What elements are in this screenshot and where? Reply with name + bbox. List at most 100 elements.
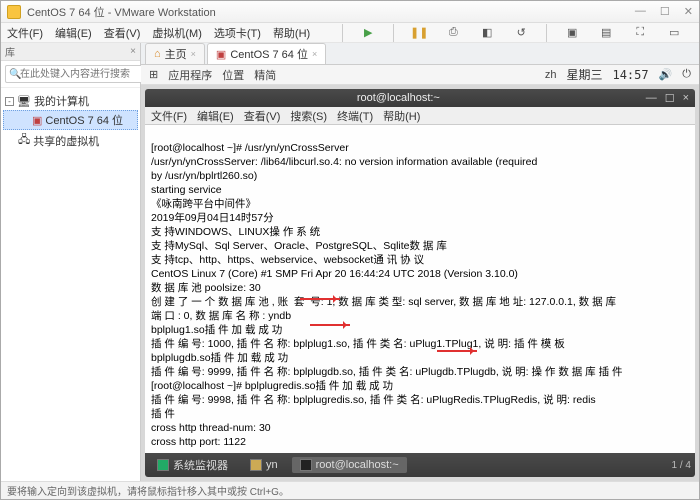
- menu-tabs[interactable]: 选项卡(T): [214, 25, 261, 41]
- sidebar-search: 🔍: [1, 61, 140, 88]
- computer-icon: 🖥: [17, 95, 31, 108]
- terminal-output[interactable]: [root@localhost ~]# /usr/yn/ynCrossServe…: [145, 125, 695, 453]
- menu-file[interactable]: 文件(F): [7, 25, 43, 41]
- maximize-button[interactable]: ☐: [660, 5, 670, 18]
- term-line: bplplug1.so插 件 加 载 成 功: [151, 324, 282, 336]
- menu-bar: 文件(F) 编辑(E) 查看(V) 虚拟机(M) 选项卡(T) 帮助(H) ▶ …: [1, 23, 699, 43]
- tree-vm-label: CentOS 7 64 位: [45, 112, 123, 128]
- collapse-icon[interactable]: -: [5, 97, 14, 106]
- grid-icon[interactable]: ⊞: [149, 68, 158, 81]
- term-line: 支 持tcp、http、https、webservice、websocket通 …: [151, 254, 424, 266]
- vmware-window: CentOS 7 64 位 - VMware Workstation — ☐ ✕…: [0, 0, 700, 500]
- term-line: 2019年09月04日14时57分: [151, 212, 274, 224]
- clock-day: 星期三: [566, 66, 602, 83]
- terminal-title: root@localhost:~: [357, 92, 440, 104]
- clock-time: 14:57: [612, 68, 648, 82]
- term-menu-help[interactable]: 帮助(H): [383, 108, 420, 124]
- workspace-indicator[interactable]: 1 / 4: [672, 460, 691, 471]
- window-controls: — ☐ ✕: [635, 5, 693, 18]
- term-maximize-button[interactable]: ☐: [665, 92, 675, 105]
- vmware-icon: [7, 5, 21, 19]
- term-menu-terminal[interactable]: 终端(T): [337, 108, 373, 124]
- power-on-button[interactable]: ▶: [357, 23, 379, 43]
- term-line: /usr/yn/ynCrossServer: /lib64/libcurl.so…: [151, 156, 537, 168]
- term-line: 支 持MySql、Sql Server、Oracle、PostgreSQL、Sq…: [151, 240, 447, 252]
- terminal-menubar: 文件(F) 编辑(E) 查看(V) 搜索(S) 终端(T) 帮助(H): [145, 107, 695, 125]
- shared-icon: 🖧: [18, 131, 30, 150]
- guest-menu-extra[interactable]: 精简: [254, 67, 276, 83]
- annotation-arrow: [437, 350, 477, 352]
- menu-edit[interactable]: 编辑(E): [55, 25, 92, 41]
- titlebar: CentOS 7 64 位 - VMware Workstation — ☐ ✕: [1, 1, 699, 23]
- tree-shared[interactable]: 🖧 共享的虚拟机: [3, 130, 138, 151]
- taskbar-item-terminal[interactable]: root@localhost:~: [292, 457, 407, 473]
- tab-vm[interactable]: ▣ CentOS 7 64 位 ×: [207, 43, 326, 64]
- status-bar: 要将输入定向到该虚拟机，请将鼠标指针移入其中或按 Ctrl+G。: [1, 481, 699, 499]
- sidebar: 库 × 🔍 - 🖥 我的计算机 ▣ CentOS 7 64 位: [1, 43, 141, 481]
- guest-desktop: root@localhost:~ — ☐ × 文件(F) 编辑(E) 查看(V)…: [141, 85, 699, 481]
- term-menu-edit[interactable]: 编辑(E): [197, 108, 234, 124]
- tree-shared-label: 共享的虚拟机: [33, 133, 99, 149]
- status-text: 要将输入定向到该虚拟机，请将鼠标指针移入其中或按 Ctrl+G。: [7, 483, 289, 498]
- taskbar-label: root@localhost:~: [316, 459, 399, 471]
- tab-close-icon[interactable]: ×: [191, 49, 196, 59]
- menu-help[interactable]: 帮助(H): [273, 25, 310, 41]
- power-icon[interactable]: ⏻: [682, 68, 691, 81]
- guest-menu-places[interactable]: 位置: [222, 67, 244, 83]
- term-line: starting service: [151, 184, 222, 196]
- fullscreen-button[interactable]: ⛶: [629, 23, 651, 43]
- term-menu-view[interactable]: 查看(V): [244, 108, 281, 124]
- tree-root-label: 我的计算机: [34, 93, 89, 109]
- snapshot-manager-button[interactable]: ◧: [476, 23, 498, 43]
- vm-tree: - 🖥 我的计算机 ▣ CentOS 7 64 位 🖧 共享的虚拟机: [1, 88, 140, 481]
- console-button[interactable]: ▭: [663, 23, 685, 43]
- guest-menu-apps[interactable]: 应用程序: [168, 67, 212, 83]
- terminal-icon: [300, 459, 312, 471]
- main-panel: ⌂ 主页 × ▣ CentOS 7 64 位 × ⊞ 应用程序 位置 精简 zh…: [141, 43, 699, 481]
- taskbar-item-yn[interactable]: yn: [242, 457, 286, 473]
- snapshot-button[interactable]: ⎙: [442, 23, 464, 43]
- taskbar-label: 系统监视器: [173, 457, 228, 473]
- thumbnail-button[interactable]: ▤: [595, 23, 617, 43]
- taskbar-item-sysmon[interactable]: 系统监视器: [149, 455, 236, 475]
- tree-vm-centos[interactable]: ▣ CentOS 7 64 位: [3, 110, 138, 130]
- term-line: bplplugdb.so插 件 加 载 成 功: [151, 352, 288, 364]
- vm-icon: ▣: [32, 114, 42, 127]
- tab-home-label: 主页: [165, 46, 187, 62]
- term-line: 创 建 了 一 个 数 据 库 池 , 账 套 号: 1, 数 据 库 类 型:…: [151, 296, 616, 308]
- term-menu-search[interactable]: 搜索(S): [290, 108, 327, 124]
- menu-vm[interactable]: 虚拟机(M): [152, 25, 202, 41]
- terminal-titlebar: root@localhost:~ — ☐ ×: [145, 89, 695, 107]
- minimize-button[interactable]: —: [635, 5, 646, 18]
- term-line: 插 件 编 号: 9998, 插 件 名 称: bplplugredis.so,…: [151, 394, 596, 406]
- sidebar-close-icon[interactable]: ×: [130, 46, 136, 57]
- menu-view[interactable]: 查看(V): [104, 25, 141, 41]
- taskbar-label: yn: [266, 459, 278, 471]
- term-line: 《咏南跨平台中间件》: [151, 198, 256, 210]
- term-line: cross http thread-num: 30: [151, 422, 271, 434]
- pause-button[interactable]: ❚❚: [408, 23, 430, 43]
- tab-vm-label: CentOS 7 64 位: [230, 46, 308, 62]
- content-area: 库 × 🔍 - 🖥 我的计算机 ▣ CentOS 7 64 位: [1, 43, 699, 481]
- volume-icon[interactable]: 🔊: [659, 68, 673, 81]
- term-line: by /usr/yn/bplrtl260.so): [151, 170, 257, 182]
- tab-close-icon[interactable]: ×: [312, 49, 317, 59]
- tab-home[interactable]: ⌂ 主页 ×: [145, 43, 205, 64]
- unity-button[interactable]: ▣: [561, 23, 583, 43]
- term-minimize-button[interactable]: —: [646, 92, 657, 105]
- folder-icon: [250, 459, 262, 471]
- tree-root[interactable]: - 🖥 我的计算机: [3, 92, 138, 110]
- term-line: 插 件: [151, 408, 175, 420]
- term-line: cross http port: 1122: [151, 436, 246, 448]
- sysmon-icon: [157, 459, 169, 471]
- revert-button[interactable]: ↺: [510, 23, 532, 43]
- annotation-arrow: [310, 324, 350, 326]
- term-line: 数 据 库 池 poolsize: 30: [151, 282, 261, 294]
- window-title: CentOS 7 64 位 - VMware Workstation: [27, 4, 635, 20]
- term-close-button[interactable]: ×: [683, 92, 689, 105]
- close-button[interactable]: ✕: [684, 5, 693, 18]
- term-menu-file[interactable]: 文件(F): [151, 108, 187, 124]
- term-line: [root@localhost ~]# /usr/yn/ynCrossServe…: [151, 142, 349, 154]
- language-indicator[interactable]: zh: [545, 69, 557, 81]
- home-icon: ⌂: [154, 48, 161, 60]
